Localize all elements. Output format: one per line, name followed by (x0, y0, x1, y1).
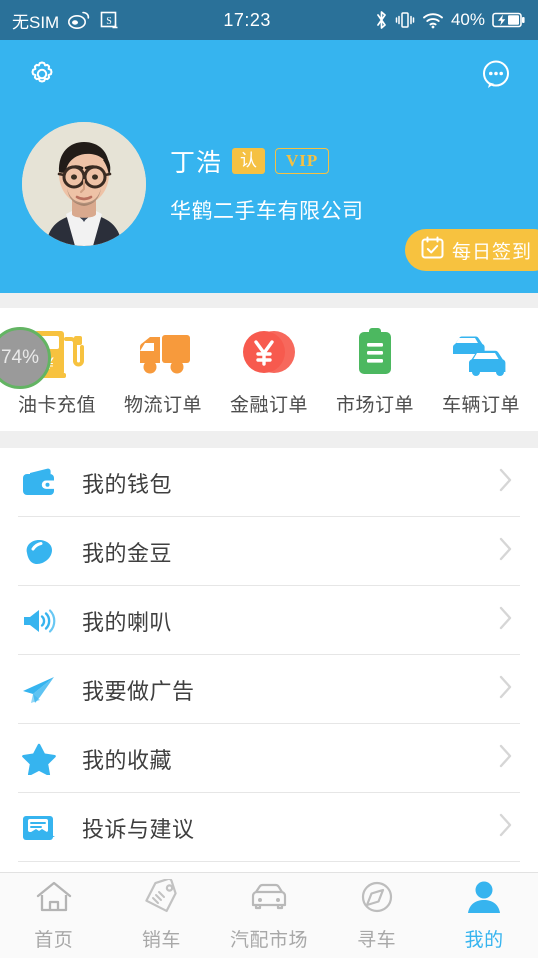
tab-sell-car[interactable]: 销车 (108, 873, 216, 958)
list-item-wallet[interactable]: 我的钱包 (0, 448, 538, 517)
chevron-right-icon (498, 604, 514, 637)
star-icon (18, 743, 60, 775)
status-bar: 无SIM S 17:23 40% (0, 0, 538, 40)
weibo-icon (68, 11, 90, 29)
speaker-icon (18, 606, 60, 636)
list-item-feedback[interactable]: 投诉与建议 (0, 793, 538, 862)
quick-action-market-order[interactable]: 市场订单 (323, 325, 427, 417)
list-item-advertise[interactable]: 我要做广告 (0, 655, 538, 724)
profile-name-row: 丁浩 认 VIP (170, 143, 364, 179)
list-item-favorites[interactable]: 我的收藏 (0, 724, 538, 793)
battery-charging-icon (492, 11, 526, 29)
quick-action-label: 市场订单 (335, 395, 414, 416)
profile-info: 丁浩 认 VIP 华鹤二手车有限公司 (170, 143, 364, 225)
tab-home[interactable]: 首页 (0, 873, 108, 958)
list-item-label: 我的喇叭 (82, 609, 173, 635)
company-name: 华鹤二手车有限公司 (170, 200, 364, 223)
wallet-icon (18, 468, 60, 498)
price-tags-icon (140, 877, 182, 920)
user-name: 丁浩 (170, 149, 223, 177)
cars-icon (447, 325, 515, 381)
person-icon (463, 879, 505, 920)
calendar-check-icon (421, 236, 444, 265)
tab-auto-parts-market[interactable]: 汽配市场 (215, 873, 323, 958)
profile-header: 丁浩 认 VIP 华鹤二手车有限公司 每日签到 (0, 40, 538, 293)
list-item-label: 投诉与建议 (82, 816, 195, 842)
tab-find-car[interactable]: 寻车 (323, 873, 431, 958)
home-icon (33, 879, 75, 920)
list-item-gold-bean[interactable]: 我的金豆 (0, 517, 538, 586)
compass-icon (356, 879, 398, 920)
gear-icon[interactable] (22, 56, 62, 96)
car-icon (247, 879, 291, 920)
quick-action-vehicle-order[interactable]: 车辆订单 (429, 325, 533, 417)
quick-action-label: 车辆订单 (441, 395, 520, 416)
paper-plane-icon (18, 675, 60, 705)
status-badge-vip: VIP (275, 148, 330, 174)
header-toolbar (0, 40, 538, 96)
status-badge-verified: 认 (232, 148, 266, 174)
truck-icon (132, 325, 194, 381)
bottom-tab-bar: 首页 销车 汽配市场 寻车 我的 (0, 872, 538, 958)
section-divider-middle (0, 431, 538, 448)
carrier-label: 无SIM (12, 12, 60, 32)
list-item-label: 我的金豆 (82, 540, 173, 566)
section-divider-top (0, 293, 538, 308)
chevron-right-icon (498, 535, 514, 568)
yen-coin-icon (238, 325, 300, 381)
list-separator (18, 861, 520, 862)
list-item-label: 我的钱包 (82, 471, 173, 497)
avatar[interactable] (22, 122, 146, 246)
vibrate-icon (395, 11, 415, 29)
tab-label: 销车 (141, 930, 181, 951)
quick-action-label: 金融订单 (229, 395, 308, 416)
tab-label: 汽配市场 (229, 930, 308, 951)
daily-signin-button[interactable]: 每日签到 (404, 229, 538, 271)
quick-actions-grid: ¥ 74% 油卡充值 物流订单 (0, 308, 538, 431)
chevron-right-icon (498, 811, 514, 844)
bean-icon (18, 537, 60, 567)
menu-list: 我的钱包 我的金豆 我的喇叭 我要做广告 我的收藏 投诉与建议 (0, 448, 538, 862)
tab-label: 我的 (464, 930, 504, 951)
status-bar-right: 40% (375, 10, 526, 30)
chevron-right-icon (498, 466, 514, 499)
mail-icon (18, 813, 60, 843)
svg-text:S: S (106, 16, 112, 27)
quick-action-label: 油卡充值 (17, 395, 96, 416)
quick-action-logistics-order[interactable]: 物流订单 (111, 325, 215, 417)
tab-profile[interactable]: 我的 (430, 873, 538, 958)
quick-action-label: 物流订单 (123, 395, 202, 416)
quick-action-finance-order[interactable]: 金融订单 (217, 325, 321, 417)
bluetooth-icon (375, 10, 388, 30)
chat-bubble-icon[interactable] (476, 56, 516, 96)
status-bar-left: 无SIM S (12, 8, 119, 33)
chevron-right-icon (498, 673, 514, 706)
screenshot-icon: S (99, 10, 119, 30)
chevron-right-icon (498, 742, 514, 775)
profile-block[interactable]: 丁浩 认 VIP 华鹤二手车有限公司 (0, 96, 538, 246)
daily-signin-label: 每日签到 (451, 241, 532, 263)
battery-percent-label: 40% (450, 10, 485, 29)
wifi-icon (422, 12, 444, 29)
clock: 17:23 (223, 9, 271, 30)
quick-action-fuel-card[interactable]: ¥ 74% 油卡充值 (0, 325, 109, 417)
tab-label: 首页 (34, 930, 74, 951)
tab-label: 寻车 (357, 930, 397, 951)
list-item-speaker[interactable]: 我的喇叭 (0, 586, 538, 655)
clipboard-icon (344, 325, 406, 381)
list-item-label: 我要做广告 (82, 678, 195, 704)
list-item-label: 我的收藏 (82, 747, 173, 773)
